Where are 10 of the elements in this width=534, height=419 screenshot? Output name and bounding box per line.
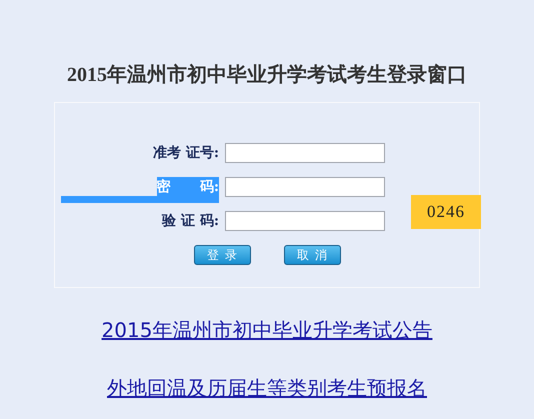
field-label: 验 证 码: [162,212,219,231]
input-field[interactable] [225,177,385,197]
page-title: 2015年温州市初中毕业升学考试考生登录窗口 [67,62,467,88]
link[interactable]: 外地回温及历届生等类别考生预报名 [107,374,427,402]
captcha-code: 0246 [411,195,481,229]
field-label: 准考 证号: [152,144,219,163]
input-field[interactable] [225,211,385,231]
link[interactable]: 2015年温州市初中毕业升学考试公告 [102,316,432,344]
field-label: 密 码: [156,177,219,197]
input-field[interactable] [225,143,385,163]
